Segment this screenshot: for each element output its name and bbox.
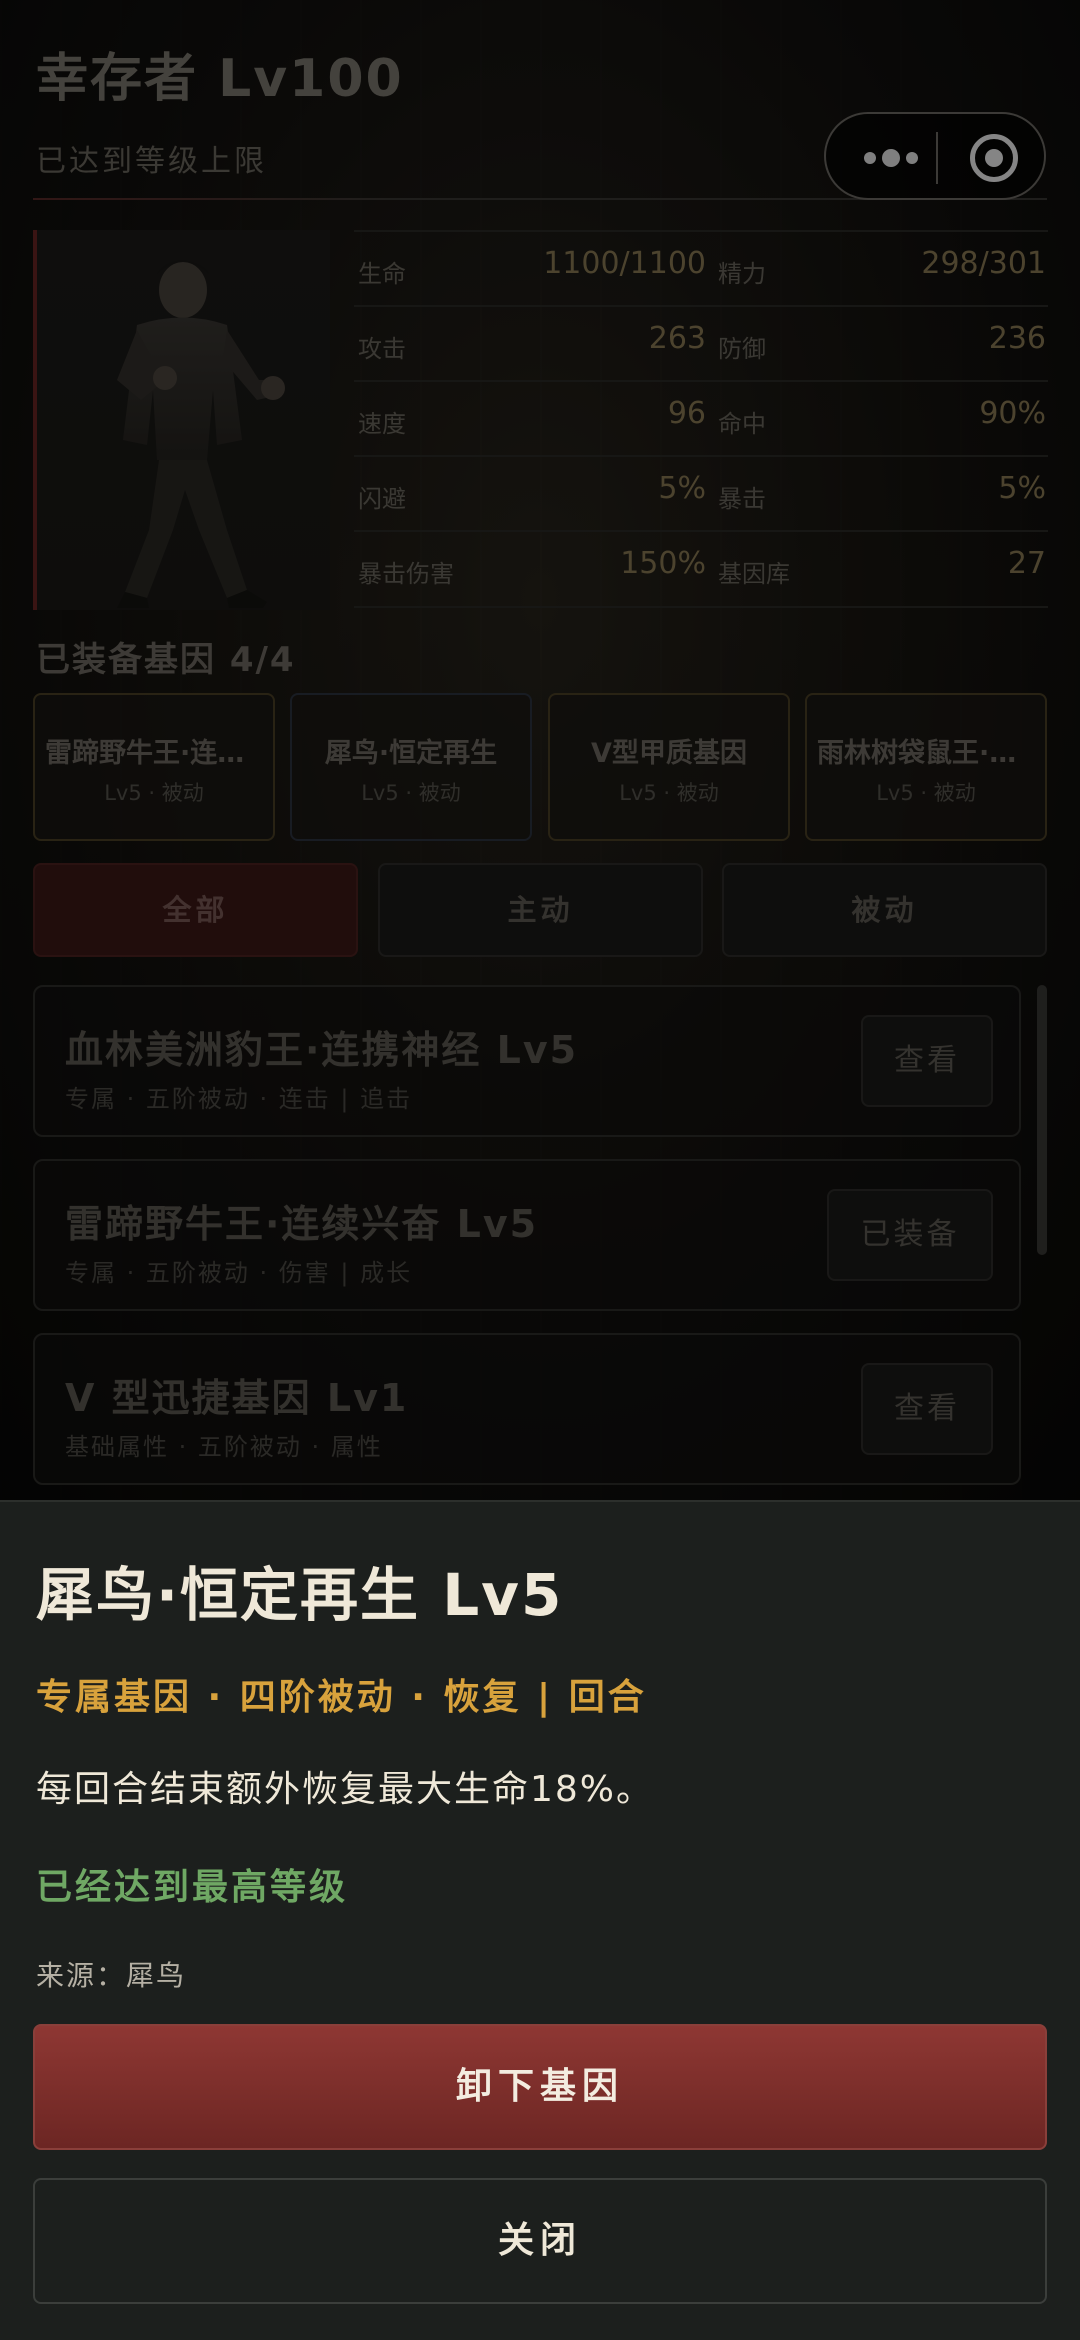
gene-detail-title: 犀鸟·恒定再生 Lv5 [36,1561,564,1629]
modal-dim-overlay[interactable] [0,0,1080,1500]
gene-detail-sheet: 犀鸟·恒定再生 Lv5 专属基因 · 四阶被动 · 恢复 | 回合 每回合结束额… [0,1500,1080,2340]
close-button[interactable]: 关闭 [33,2178,1047,2304]
max-level-text: 已经达到最高等级 [36,1867,349,1908]
gene-detail-description: 每回合结束额外恢复最大生命18%。 [36,1769,655,1810]
gene-source: 来源：犀鸟 [36,1959,187,1992]
unequip-gene-button[interactable]: 卸下基因 [33,2024,1047,2150]
gene-detail-tags: 专属基因 · 四阶被动 · 恢复 | 回合 [36,1677,647,1718]
